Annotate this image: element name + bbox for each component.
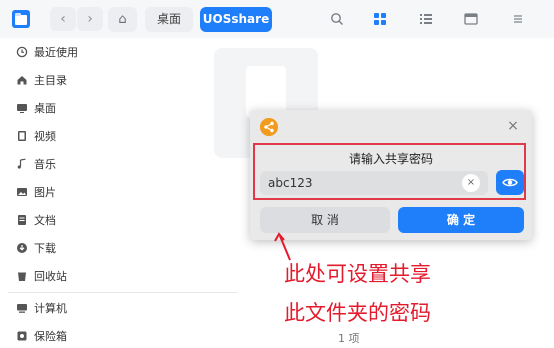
music-icon bbox=[17, 158, 26, 169]
computer-icon bbox=[17, 304, 27, 313]
sidebar-item-pictures[interactable]: 图片 bbox=[16, 183, 56, 203]
sidebar-item-label: 音乐 bbox=[34, 158, 56, 171]
sidebar-item-downloads[interactable]: 下载 bbox=[16, 239, 56, 259]
menu-icon[interactable] bbox=[511, 12, 525, 26]
confirm-button[interactable]: 确 定 bbox=[398, 207, 524, 233]
eye-icon bbox=[502, 178, 518, 187]
sidebar-divider bbox=[8, 292, 238, 293]
annotation-text-line2: 此文件夹的密码 bbox=[284, 301, 431, 325]
title-bar: ‹ › ⌂ 桌面 UOSshare bbox=[0, 0, 554, 38]
picture-icon bbox=[17, 188, 27, 196]
sidebar-item-label: 下载 bbox=[34, 242, 56, 255]
sidebar-item-home[interactable]: 主目录 bbox=[16, 71, 67, 91]
details-panel-icon[interactable] bbox=[464, 12, 478, 26]
sidebar-item-desktop[interactable]: 桌面 bbox=[16, 99, 56, 119]
sidebar-item-documents[interactable]: 文档 bbox=[16, 211, 56, 231]
sidebar-item-music[interactable]: 音乐 bbox=[16, 155, 56, 175]
back-button[interactable]: ‹ bbox=[50, 7, 76, 31]
sidebar-item-label: 文档 bbox=[34, 214, 56, 227]
clear-input-button[interactable]: × bbox=[462, 174, 480, 192]
desktop-icon bbox=[17, 104, 27, 113]
show-password-button[interactable] bbox=[496, 170, 524, 195]
annotation-text-line1: 此处可设置共享 bbox=[284, 262, 431, 286]
sidebar-item-label: 最近使用 bbox=[34, 46, 78, 59]
list-view-icon[interactable] bbox=[419, 12, 433, 26]
password-input[interactable]: abc123 bbox=[260, 171, 488, 195]
trash-icon bbox=[18, 272, 26, 281]
clock-icon bbox=[16, 46, 28, 58]
video-icon bbox=[18, 131, 26, 141]
sidebar-item-label: 桌面 bbox=[34, 102, 56, 115]
breadcrumb-uosshare[interactable]: UOSshare bbox=[200, 7, 272, 32]
sidebar-item-label: 回收站 bbox=[34, 270, 67, 283]
close-icon[interactable]: × bbox=[504, 117, 522, 135]
search-icon[interactable] bbox=[330, 12, 344, 26]
document-icon bbox=[18, 215, 26, 225]
item-count: 1 项 bbox=[338, 332, 360, 345]
file-manager-logo-icon bbox=[12, 10, 30, 28]
icon-view-icon[interactable] bbox=[373, 12, 387, 26]
share-password-dialog: × 请输入共享密码 abc123 × 取 消 确 定 bbox=[250, 110, 532, 240]
cancel-button[interactable]: 取 消 bbox=[260, 207, 390, 233]
safe-icon bbox=[17, 331, 27, 341]
breadcrumb-home-button[interactable]: ⌂ bbox=[108, 7, 137, 32]
sidebar-item-computer[interactable]: 计算机 bbox=[16, 299, 67, 319]
forward-button[interactable]: › bbox=[77, 7, 103, 31]
sidebar-item-safe[interactable]: 保险箱 bbox=[16, 327, 67, 347]
breadcrumb-desktop[interactable]: 桌面 bbox=[145, 7, 193, 32]
sidebar-item-label: 主目录 bbox=[34, 74, 67, 87]
share-icon bbox=[260, 118, 278, 136]
sidebar-item-label: 保险箱 bbox=[34, 330, 67, 343]
sidebar-item-label: 图片 bbox=[34, 186, 56, 199]
sidebar: 最近使用 主目录 桌面 视频 音乐 图片 文档 下载 回收站 计算机 保险箱 bbox=[0, 38, 250, 348]
download-icon bbox=[17, 243, 27, 253]
sidebar-item-label: 视频 bbox=[34, 130, 56, 143]
sidebar-item-video[interactable]: 视频 bbox=[16, 127, 56, 147]
dialog-title: 请输入共享密码 bbox=[348, 152, 433, 166]
home-icon bbox=[17, 76, 27, 85]
sidebar-item-trash[interactable]: 回收站 bbox=[16, 267, 67, 287]
sidebar-item-recent[interactable]: 最近使用 bbox=[16, 43, 78, 63]
sidebar-item-label: 计算机 bbox=[34, 302, 67, 315]
